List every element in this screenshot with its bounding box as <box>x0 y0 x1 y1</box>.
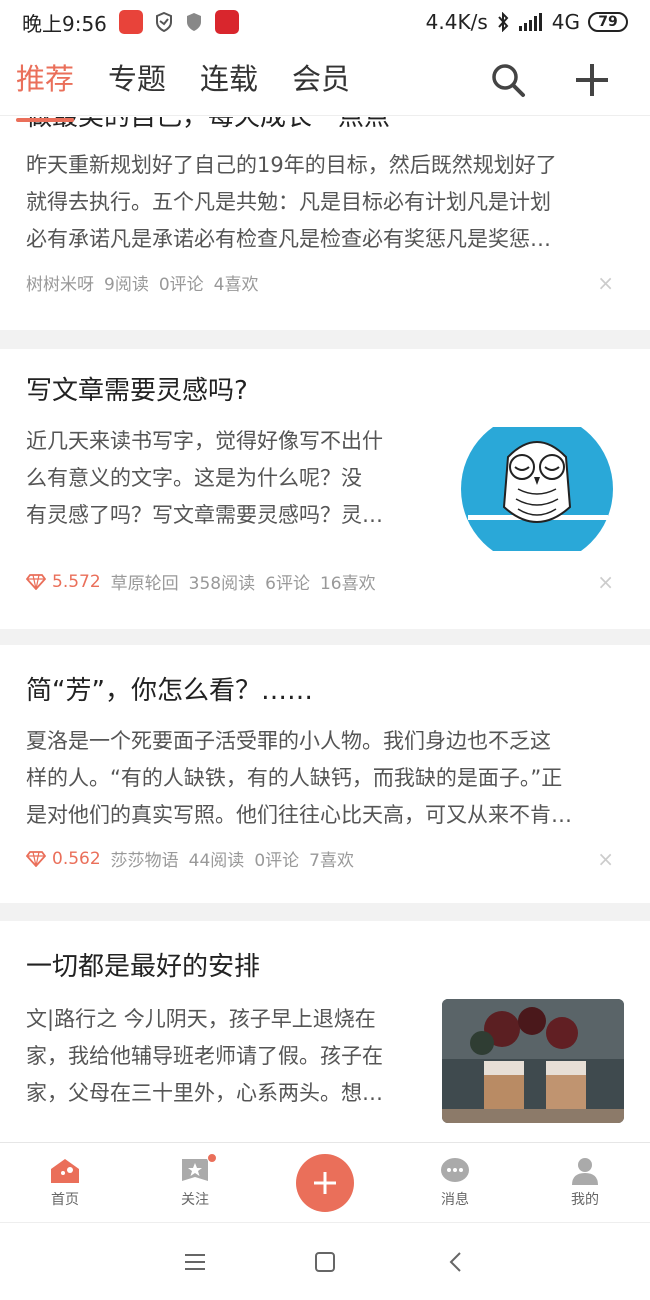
article-summary[interactable]: 近几天来读书写字，觉得好像写不出什 么有意义的文字。这是为什么呢？没 有灵感了吗… <box>26 423 426 551</box>
search-icon <box>492 63 525 97</box>
diamond-reward: 5.572 <box>26 572 101 592</box>
top-nav: 推荐 专题 连载 会员 <box>0 44 650 122</box>
like-count: 4喜欢 <box>213 275 259 295</box>
summary-line: 就得去执行。五个凡是共勉：凡是目标必有计划凡是计划 <box>26 190 551 214</box>
signal-icon <box>518 13 542 31</box>
summary-line: 昨天重新规划好了自己的19年的目标，然后既然规划好了 <box>26 153 557 177</box>
drinks-photo <box>442 999 624 1123</box>
summary-line: 有灵感了吗？写文章需要灵感吗？灵… <box>26 503 383 527</box>
video-app-icon <box>214 10 239 34</box>
article-feed[interactable]: 做最美的自己，每天成长一点点 昨天重新规划好了自己的19年的目标，然后既然规划好… <box>0 117 650 1142</box>
security-shield-icon <box>186 13 201 31</box>
author-name[interactable]: 草原轮回 <box>111 569 179 594</box>
add-button[interactable] <box>572 60 612 100</box>
diamond-value: 5.572 <box>52 571 101 592</box>
battery-icon: 79 <box>588 12 628 32</box>
tab-profile[interactable]: 我的 <box>520 1157 650 1209</box>
article-title[interactable]: 写文章需要灵感吗? <box>26 373 624 409</box>
article-title[interactable]: 一切都是最好的安排 <box>26 949 624 985</box>
diamond-icon <box>26 850 46 867</box>
profile-icon <box>569 1157 601 1185</box>
tab-serial[interactable]: 连载 <box>200 56 258 104</box>
tab-recommend[interactable]: 推荐 <box>16 56 75 122</box>
tab-profile-label: 我的 <box>571 1191 599 1208</box>
notification-dot <box>207 1152 217 1163</box>
tab-home-label: 首页 <box>51 1191 79 1208</box>
article-title[interactable]: 简“芳”，你怎么看？…… <box>26 673 624 709</box>
status-bar: 晚上9:56 4.4K/s 4G 79 <box>0 0 650 44</box>
summary-line: 近几天来读书写字，觉得好像写不出什 <box>26 429 383 453</box>
article-title[interactable]: 做最美的自己，每天成长一点点 <box>26 117 624 135</box>
author-name[interactable]: 树树米呀 <box>26 270 94 295</box>
article-summary[interactable]: 文|路行之 今儿阴天，孩子早上退烧在 家，我给他辅导班老师请了假。孩子在 家，父… <box>26 1001 417 1123</box>
summary-line: 必有承诺凡是承诺必有检查凡是检查必有奖惩凡是奖惩… <box>26 227 551 251</box>
square-icon <box>315 1251 335 1272</box>
like-count: 7喜欢 <box>309 851 354 871</box>
system-nav-bar <box>0 1222 650 1300</box>
write-button[interactable] <box>260 1153 390 1212</box>
menu-icon <box>185 1253 205 1270</box>
read-count: 9阅读 <box>104 275 149 295</box>
article-meta: 5.572 草原轮回 358阅读 6评论 16喜欢 × <box>26 569 624 594</box>
dismiss-button[interactable]: × <box>597 847 624 871</box>
article-meta: 0.562 莎莎物语 44阅读 0评论 7喜欢 × <box>26 846 624 871</box>
network-speed: 4.4K/s <box>425 10 488 34</box>
author-name[interactable]: 莎莎物语 <box>111 846 179 871</box>
article-summary[interactable]: 夏洛是一个死要面子活受罪的小人物。我们身边也不乏这 样的人。“有的人缺铁，有的人… <box>26 723 624 834</box>
article-summary[interactable]: 昨天重新规划好了自己的19年的目标，然后既然规划好了 就得去执行。五个凡是共勉：… <box>26 147 624 258</box>
back-chevron-icon <box>449 1251 461 1272</box>
dismiss-button[interactable]: × <box>597 570 624 594</box>
tab-home[interactable]: 首页 <box>0 1157 130 1209</box>
tab-follow-label: 关注 <box>181 1191 209 1208</box>
owl-illustration <box>461 427 613 551</box>
summary-line: 文|路行之 今儿阴天，孩子早上退烧在 <box>26 1007 376 1031</box>
article-card[interactable]: 简“芳”，你怎么看？…… 夏洛是一个死要面子活受罪的小人物。我们身边也不乏这 样… <box>0 645 650 903</box>
bluetooth-icon <box>498 12 509 32</box>
tab-membership[interactable]: 会员 <box>292 56 350 104</box>
read-count: 44阅读 <box>188 851 245 871</box>
summary-line: 家，父母在三十里外，心系两头。想… <box>26 1081 383 1105</box>
plus-icon <box>576 63 608 96</box>
summary-line: 样的人。“有的人缺铁，有的人缺钙，而我缺的是面子。”正 <box>26 766 563 790</box>
article-thumbnail[interactable] <box>442 999 624 1123</box>
dismiss-button[interactable]: × <box>597 271 624 295</box>
back-button[interactable] <box>435 1242 475 1282</box>
bottom-tab-bar: 首页 关注 消息 我的 <box>0 1142 650 1222</box>
status-time: 晚上9:56 <box>22 11 107 36</box>
menu-button[interactable] <box>175 1242 215 1282</box>
article-card[interactable]: 做最美的自己，每天成长一点点 昨天重新规划好了自己的19年的目标，然后既然规划好… <box>0 117 650 330</box>
article-thumbnail[interactable] <box>458 427 616 551</box>
summary-line: 夏洛是一个死要面子活受罪的小人物。我们身边也不乏这 <box>26 729 551 753</box>
tab-follow[interactable]: 关注 <box>130 1152 260 1209</box>
write-plus-icon <box>296 1153 354 1212</box>
tab-topics[interactable]: 专题 <box>108 56 166 104</box>
search-button[interactable] <box>488 60 528 100</box>
app-notification-icon <box>118 10 143 34</box>
summary-line: 是对他们的真实写照。他们往往心比天高，可又从来不肯… <box>26 803 572 827</box>
network-type: 4G <box>551 10 580 34</box>
home-button[interactable] <box>305 1242 345 1282</box>
summary-line: 家，我给他辅导班老师请了假。孩子在 <box>26 1044 383 1068</box>
like-count: 16喜欢 <box>319 574 376 594</box>
home-icon <box>49 1157 81 1185</box>
tab-messages-label: 消息 <box>441 1191 469 1208</box>
article-meta: 树树米呀 9阅读 0评论 4喜欢 × <box>26 270 624 296</box>
article-card[interactable]: 写文章需要灵感吗? 近几天来读书写字，觉得好像写不出什 么有意义的文字。这是为什… <box>0 349 650 629</box>
tab-messages[interactable]: 消息 <box>390 1157 520 1209</box>
follow-icon <box>179 1152 217 1185</box>
summary-line: 么有意义的文字。这是为什么呢？没 <box>26 466 362 490</box>
diamond-value: 0.562 <box>52 848 101 869</box>
vpn-shield-icon <box>155 12 172 32</box>
read-count: 358阅读 <box>188 574 256 594</box>
diamond-icon <box>26 573 46 590</box>
diamond-reward: 0.562 <box>26 849 101 869</box>
article-card[interactable]: 一切都是最好的安排 文|路行之 今儿阴天，孩子早上退烧在 家，我给他辅导班老师请… <box>0 921 650 1142</box>
comment-count: 0评论 <box>254 851 300 871</box>
comment-count: 6评论 <box>265 574 310 594</box>
message-icon <box>439 1157 471 1185</box>
comment-count: 0评论 <box>158 275 204 295</box>
